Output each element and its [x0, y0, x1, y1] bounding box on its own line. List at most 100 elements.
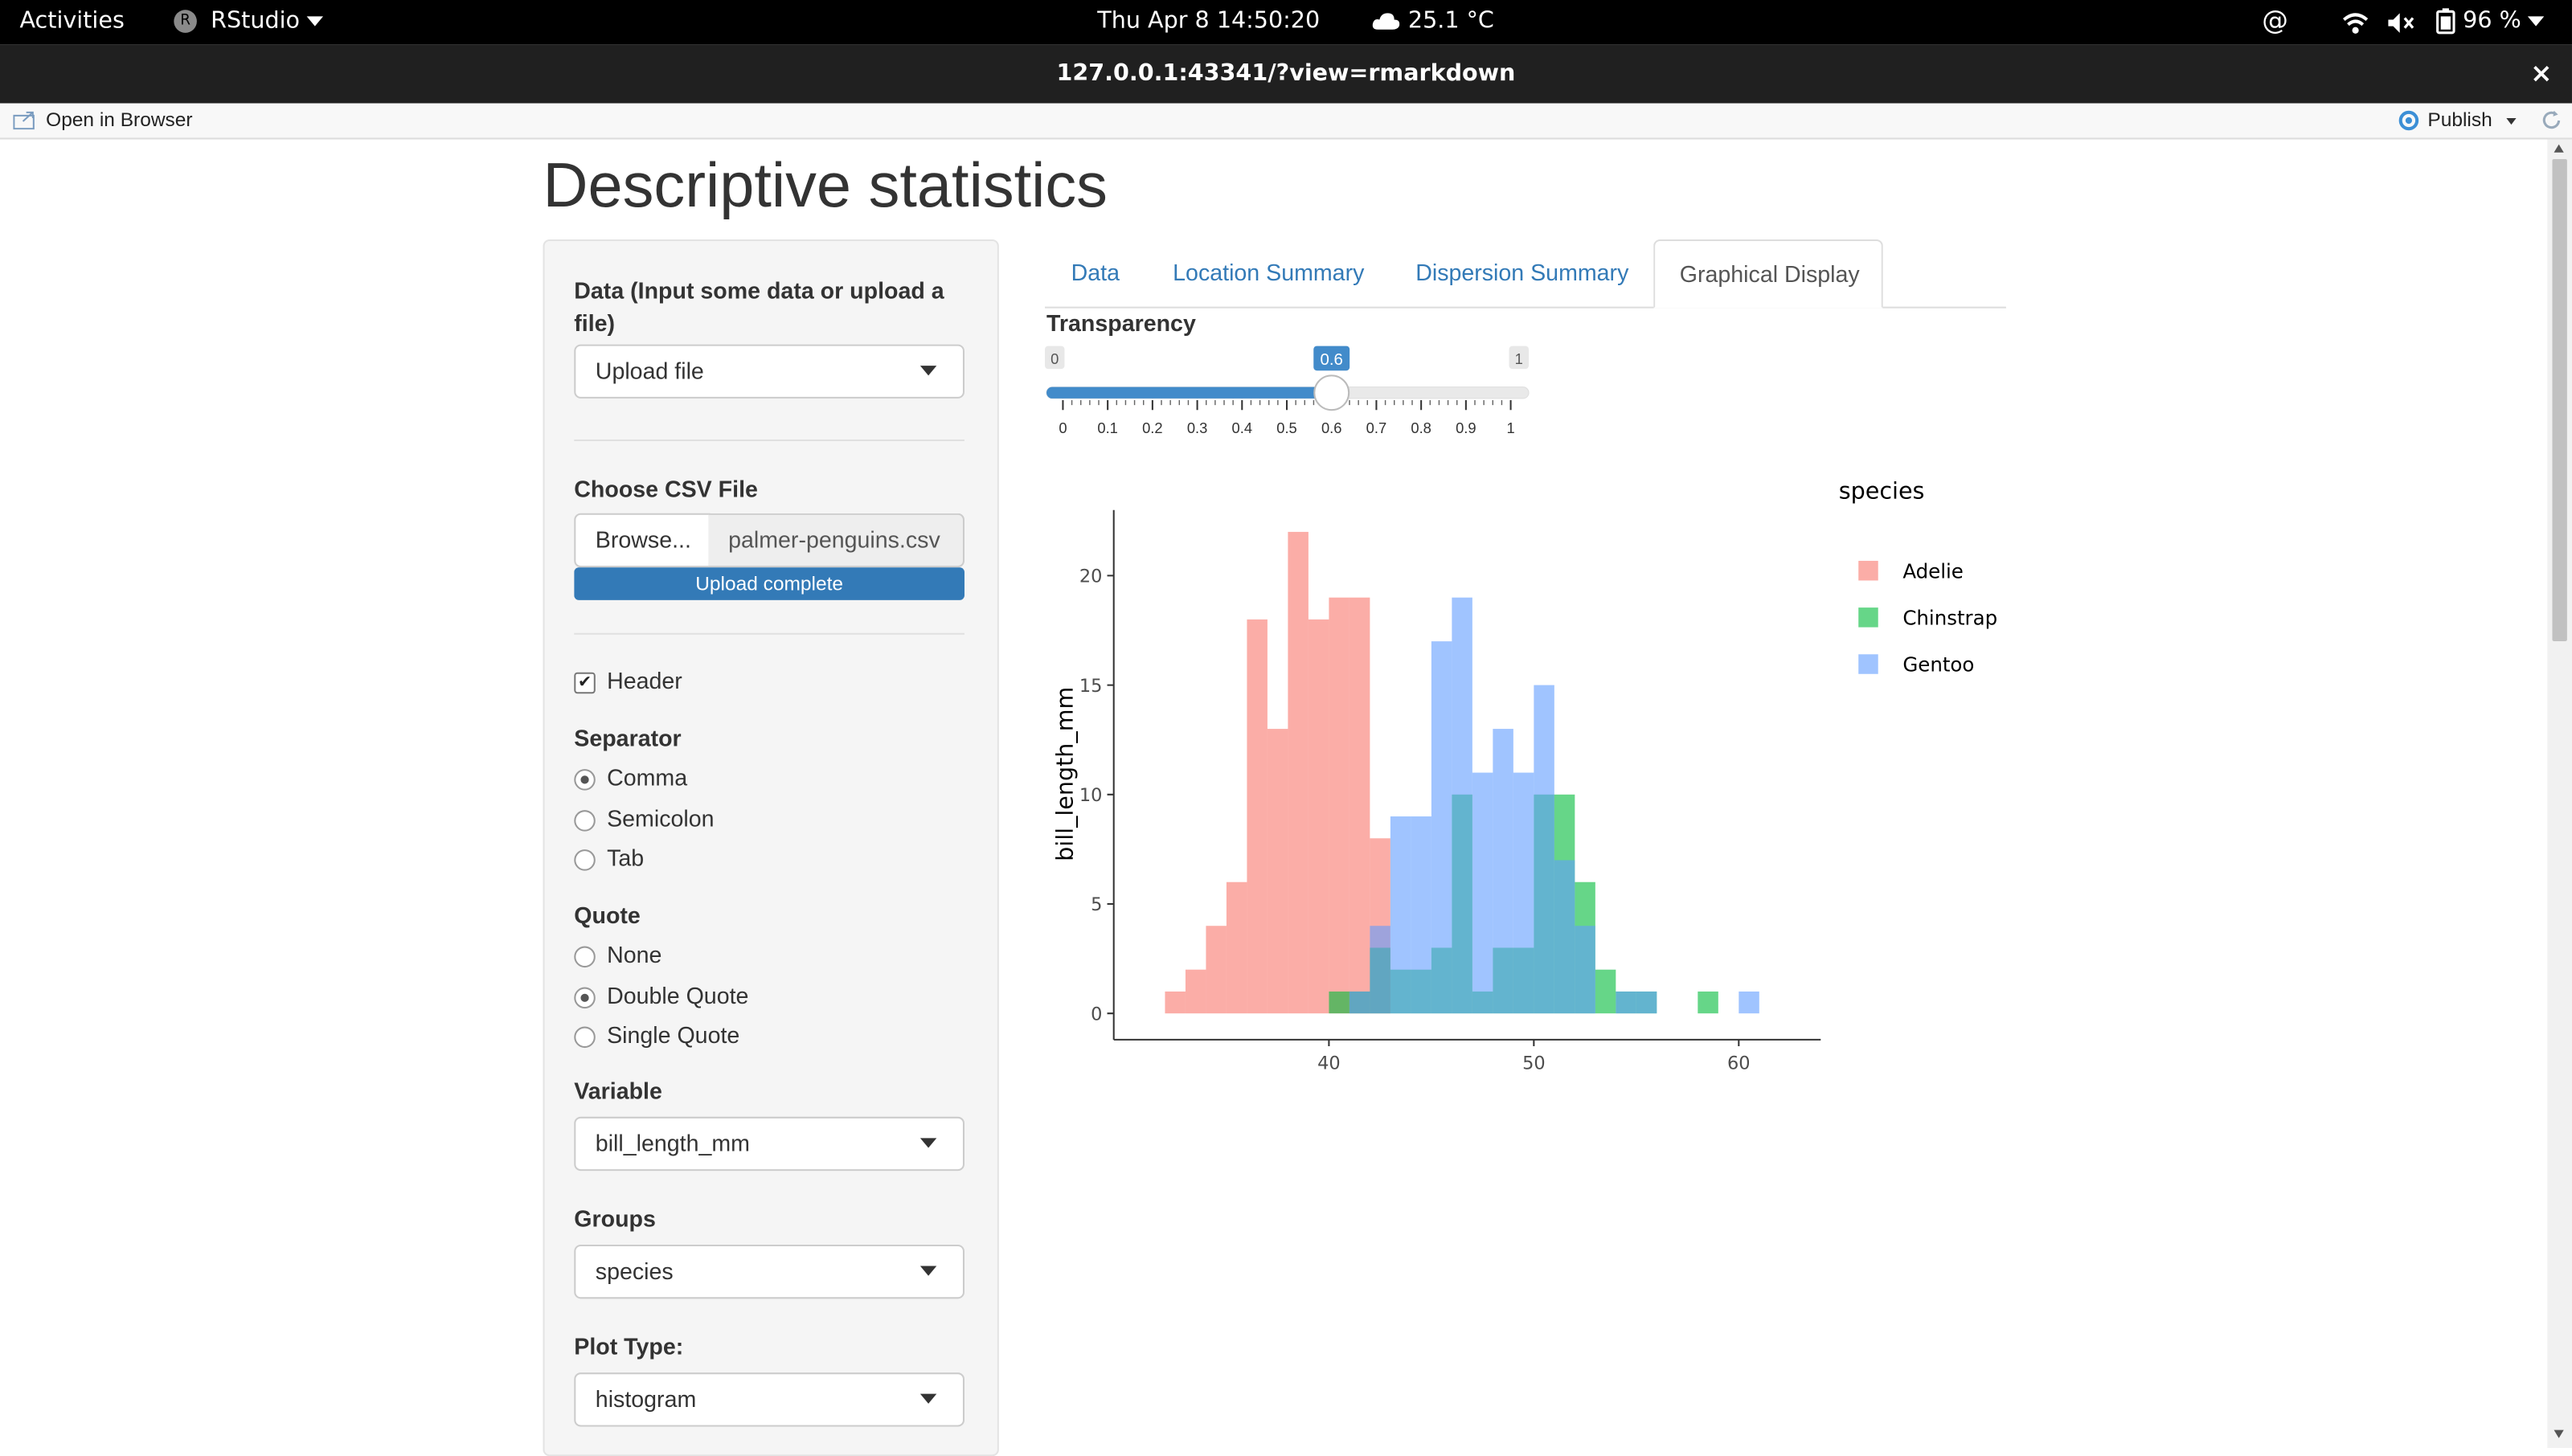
- wifi-icon[interactable]: [2342, 11, 2369, 35]
- histogram-bar-gentoo: [1390, 816, 1411, 1014]
- y-tick-label: 15: [1079, 676, 1103, 697]
- chevron-down-icon: [919, 1393, 937, 1404]
- file-name-field[interactable]: palmer-penguins.csv: [708, 513, 964, 568]
- radio-icon: [574, 1026, 596, 1049]
- radio-icon: [574, 946, 596, 968]
- groups-select[interactable]: species: [574, 1244, 964, 1299]
- histogram-bar-gentoo: [1636, 991, 1657, 1014]
- quote-option-label: None: [607, 941, 662, 968]
- tab-location-summary[interactable]: Location Summary: [1147, 239, 1386, 305]
- open-in-browser-button[interactable]: Open in Browser: [46, 108, 192, 132]
- battery-indicator[interactable]: 96 %: [2436, 8, 2545, 35]
- histogram-bar-gentoo: [1739, 991, 1759, 1014]
- slider-min-badge: 0: [1044, 346, 1065, 370]
- slider-tick-label: 0.7: [1366, 419, 1387, 436]
- tab-label: Graphical Display: [1679, 260, 1860, 288]
- page-title: Descriptive statistics: [543, 152, 1108, 222]
- plot-type-value: histogram: [595, 1385, 697, 1413]
- scroll-down-icon[interactable]: [2554, 1429, 2564, 1438]
- scroll-up-icon[interactable]: [2554, 144, 2564, 153]
- histogram-bar-adelie: [1206, 926, 1227, 1014]
- app-menu[interactable]: R RStudio: [174, 8, 323, 35]
- upload-status: Upload complete: [695, 572, 844, 595]
- sidebar-panel: Data (Input some data or upload a file) …: [543, 239, 999, 1456]
- scrollbar-thumb[interactable]: [2552, 158, 2567, 641]
- window-url: 127.0.0.1:43341/?view=rmarkdown: [1056, 60, 1516, 88]
- window-title-bar: 127.0.0.1:43341/?view=rmarkdown ×: [0, 44, 2572, 104]
- histogram-bar-gentoo: [1575, 926, 1595, 1014]
- variable-label: Variable: [574, 1077, 662, 1104]
- slider-handle[interactable]: [1313, 374, 1350, 411]
- tab-graphical-display[interactable]: Graphical Display: [1653, 239, 1883, 309]
- transparency-slider[interactable]: 0 1 0 0.1 0.2 0.3 0.4 0.5 0.6 0.7 0.8 0.9 1 0.6: [1034, 341, 1542, 446]
- separator-option-label: Comma: [607, 764, 688, 791]
- slider-value-badge: 0.6: [1313, 346, 1350, 371]
- tab-data[interactable]: Data: [1045, 239, 1143, 305]
- volume-muted-icon[interactable]: [2386, 11, 2416, 35]
- csv-file-label: Choose CSV File: [574, 475, 758, 502]
- plot-type-label: Plot Type:: [574, 1333, 684, 1360]
- weather-indicator[interactable]: 25.1 °C: [1371, 8, 1494, 35]
- histogram-chart: 0 5 10 15 20 40 50 60 bill_length_mm species Ad…: [1051, 476, 1997, 1074]
- file-name-value: palmer-penguins.csv: [728, 526, 940, 553]
- separator-option-label: Semicolon: [607, 805, 715, 832]
- data-source-value: Upload file: [595, 357, 704, 384]
- slider-tick-label: 0.6: [1321, 419, 1342, 436]
- histogram-bar-adelie: [1247, 619, 1268, 1014]
- histogram-bar-chinstrap: [1595, 969, 1616, 1014]
- clock[interactable]: Thu Apr 8 14:50:20: [1097, 8, 1320, 35]
- y-tick-label: 10: [1079, 785, 1103, 806]
- browse-button[interactable]: Browse...: [574, 513, 711, 568]
- app-name: RStudio: [211, 8, 301, 35]
- separator-label: Separator: [574, 725, 682, 751]
- quote-label: Quote: [574, 902, 641, 929]
- variable-select[interactable]: bill_length_mm: [574, 1116, 964, 1172]
- data-input-label: Data (Input some data or upload a file): [574, 276, 944, 337]
- histogram-bar-adelie: [1267, 729, 1288, 1014]
- at-icon[interactable]: @: [2262, 5, 2288, 36]
- histogram-bar-adelie: [1226, 881, 1247, 1014]
- slider-max-badge: 1: [1509, 346, 1530, 370]
- battery-percent: 96 %: [2463, 8, 2521, 35]
- slider-tick-label: 1: [1506, 419, 1514, 436]
- chevron-down-icon: [306, 16, 323, 27]
- upload-progress-bar: Upload complete: [574, 567, 964, 600]
- slider-tick-label: 0.3: [1187, 419, 1208, 436]
- slider-ticks: 0 0.1 0.2 0.3 0.4 0.5 0.6 0.7 0.8 0.9 1: [1059, 399, 1515, 436]
- plot-type-select[interactable]: histogram: [574, 1372, 964, 1427]
- histogram-bar-gentoo: [1349, 991, 1370, 1014]
- checkbox-checked-icon: ✔: [574, 672, 596, 694]
- histogram-bar-gentoo: [1534, 685, 1554, 1014]
- close-icon[interactable]: ×: [2530, 57, 2552, 88]
- tab-label: Data: [1071, 259, 1120, 286]
- publish-button[interactable]: Publish: [2427, 108, 2492, 132]
- chevron-down-icon: [919, 1266, 937, 1276]
- legend-swatch-adelie: [1858, 560, 1878, 581]
- histogram-bar-gentoo: [1554, 860, 1575, 1014]
- histogram-bar-gentoo: [1370, 926, 1390, 1014]
- header-checkbox-label: Header: [607, 667, 682, 694]
- separator-option-label: Tab: [607, 845, 645, 871]
- slider-tick-label: 0.1: [1097, 419, 1118, 436]
- rstudio-icon: R: [174, 10, 197, 33]
- refresh-icon[interactable]: [2541, 110, 2562, 137]
- slider-tick-label: 0.2: [1142, 419, 1163, 436]
- chart-legend: Adelie Chinstrap Gentoo: [1858, 559, 1997, 677]
- slider-tick-label: 0.9: [1456, 419, 1476, 436]
- data-source-select[interactable]: Upload file: [574, 344, 964, 399]
- publish-dropdown-icon[interactable]: [2506, 117, 2517, 125]
- variable-value: bill_length_mm: [595, 1130, 750, 1156]
- legend-swatch-gentoo: [1858, 654, 1878, 674]
- transparency-label: Transparency: [1046, 309, 1196, 337]
- quote-option-label: Double Quote: [607, 982, 749, 1009]
- histogram-bar-gentoo: [1493, 729, 1513, 1014]
- page-scrollbar[interactable]: [2547, 139, 2572, 1449]
- quote-option-label: Single Quote: [607, 1021, 740, 1049]
- y-tick-label: 5: [1091, 894, 1102, 915]
- histogram-bar-adelie: [1308, 619, 1329, 1014]
- histogram-bar-adelie: [1349, 597, 1370, 1014]
- slider-tick-label: 0.4: [1232, 419, 1253, 436]
- histogram-bar-adelie: [1329, 597, 1349, 1014]
- activities-button[interactable]: Activities: [19, 8, 124, 35]
- tab-dispersion-summary[interactable]: Dispersion Summary: [1390, 239, 1653, 305]
